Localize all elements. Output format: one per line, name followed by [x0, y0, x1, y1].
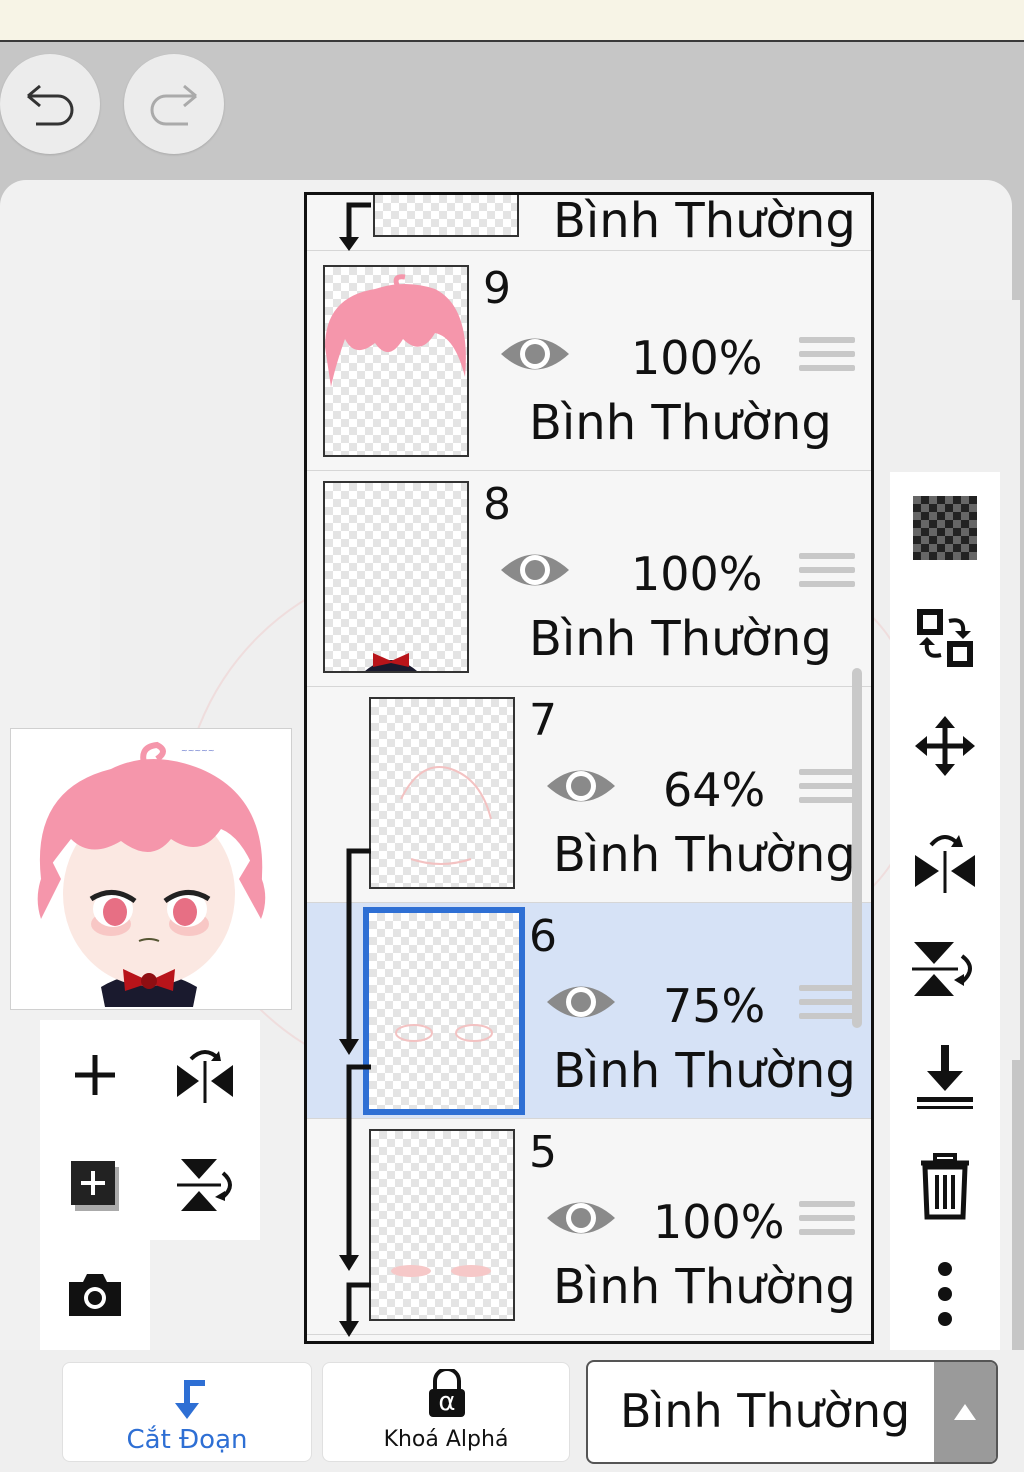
- add-layer-copy-icon: [71, 1161, 119, 1211]
- layer-list-scrollbar[interactable]: [852, 668, 862, 1028]
- flip-horizontal-button[interactable]: [170, 1040, 240, 1110]
- blend-mode-value: Bình Thường: [620, 1384, 911, 1438]
- layer-thumbnail: [369, 1129, 515, 1321]
- flip-vertical-icon: [912, 942, 972, 996]
- visibility-eye-icon[interactable]: [543, 761, 619, 811]
- blush-thumbnail-image: [395, 1024, 493, 1042]
- flip-vertical-icon: [177, 1159, 232, 1211]
- visibility-eye-icon[interactable]: [543, 977, 619, 1027]
- flip-horizontal-icon: [915, 835, 975, 893]
- clip-arrow-icon: [175, 1380, 205, 1419]
- clip-arrow-icon: [339, 848, 371, 1055]
- trash-icon: [921, 1153, 969, 1220]
- layer-blend-mode: Bình Thường: [553, 193, 856, 249]
- drag-handle-icon[interactable]: [799, 985, 855, 1027]
- transparency-fill-button[interactable]: [890, 488, 1000, 568]
- character-preview-image: ~~~~~: [37, 741, 266, 1007]
- drag-handle-icon[interactable]: [799, 1201, 855, 1243]
- visibility-eye-icon[interactable]: [497, 545, 573, 595]
- layer-number: 7: [529, 695, 557, 746]
- swap-layers-icon: [917, 609, 973, 667]
- layer-opacity[interactable]: 64%: [663, 763, 765, 817]
- canvas-preview[interactable]: ~~~~~: [10, 728, 292, 1010]
- clip-arrow-icon: [339, 1282, 371, 1337]
- undo-icon: [27, 84, 74, 126]
- delete-layer-button[interactable]: [890, 1146, 1000, 1226]
- copy-layer-button[interactable]: [60, 1150, 130, 1220]
- layer-opacity[interactable]: 100%: [631, 547, 763, 601]
- layer-row-7[interactable]: 7 64% Bình Thường: [307, 687, 871, 903]
- add-layer-button[interactable]: [60, 1040, 130, 1110]
- layer-thumbnail: [363, 907, 525, 1115]
- blend-mode-arrow-button[interactable]: [934, 1362, 996, 1462]
- move-icon: [915, 716, 975, 776]
- flip-vertical-button[interactable]: [170, 1150, 240, 1220]
- flip-horizontal-icon: [177, 1050, 233, 1103]
- drag-handle-icon[interactable]: [799, 769, 855, 811]
- layer-opacity[interactable]: 100%: [631, 331, 763, 385]
- layer-row-6[interactable]: 6 75% Bình Thường: [307, 903, 871, 1119]
- layer-blend-mode: Bình Thường: [529, 395, 832, 451]
- drag-handle-icon[interactable]: [799, 553, 855, 595]
- merge-down-button[interactable]: [890, 1036, 1000, 1116]
- layer-row-partial[interactable]: Bình Thường: [307, 193, 871, 251]
- layer-number: 9: [483, 263, 511, 314]
- checker-fill-icon: [913, 496, 977, 560]
- layer-opacity[interactable]: 100%: [653, 1195, 785, 1249]
- undo-button[interactable]: [0, 54, 100, 154]
- layer-blend-mode: Bình Thường: [529, 611, 832, 667]
- add-layer-icon: [75, 1055, 115, 1095]
- top-strip: [0, 0, 1024, 42]
- swap-layer-button[interactable]: [890, 598, 1000, 678]
- flip-layer-vertical-button[interactable]: [890, 928, 1000, 1008]
- camera-button[interactable]: [60, 1260, 130, 1330]
- svg-text:~~~~~: ~~~~~: [181, 746, 215, 755]
- bow-thumbnail-image: [365, 653, 417, 671]
- alpha-lock-button[interactable]: α Khoá Alphá: [322, 1362, 570, 1462]
- blend-mode-select[interactable]: Bình Thường: [586, 1360, 998, 1464]
- layer-blend-mode: Bình Thường: [553, 827, 856, 883]
- merge-down-icon: [917, 1045, 973, 1109]
- more-icon: [938, 1262, 952, 1326]
- layer-number: 6: [529, 911, 557, 962]
- more-options-button[interactable]: [890, 1254, 1000, 1334]
- clipping-button[interactable]: Cắt Đoạn: [62, 1362, 312, 1462]
- layer-row-8[interactable]: 8 100% Bình Thường: [307, 471, 871, 687]
- layer-thumbnail: [323, 481, 469, 673]
- chevron-up-icon: [954, 1404, 976, 1420]
- visibility-eye-icon[interactable]: [543, 1193, 619, 1243]
- layer-row-5[interactable]: 5 100% Bình Thường: [307, 1119, 871, 1335]
- clipping-label: Cắt Đoạn: [126, 1425, 248, 1455]
- clip-arrow-icon: [339, 202, 371, 251]
- alpha-lock-label: Khoá Alphá: [383, 1427, 509, 1452]
- flip-layer-horizontal-button[interactable]: [890, 820, 1000, 900]
- redo-button[interactable]: [124, 54, 224, 154]
- layer-number: 8: [483, 479, 511, 530]
- move-button[interactable]: [890, 706, 1000, 786]
- layer-number: 5: [529, 1127, 557, 1178]
- camera-icon: [69, 1274, 121, 1316]
- cheek-thumbnail-image: [391, 1265, 491, 1277]
- redo-icon: [150, 84, 197, 126]
- drag-handle-icon[interactable]: [799, 337, 855, 379]
- clip-arrow-icon: [339, 1064, 371, 1271]
- layer-thumbnail: [369, 697, 515, 889]
- visibility-eye-icon[interactable]: [497, 329, 573, 379]
- layer-blend-mode: Bình Thường: [553, 1259, 856, 1315]
- alpha-glyph: α: [438, 1387, 456, 1417]
- sketch-thumbnail-image: [400, 766, 492, 865]
- layer-opacity[interactable]: 75%: [663, 979, 765, 1033]
- layer-list[interactable]: Bình Thường 9 100% Bình Thường 8 100% Bì…: [304, 192, 874, 1344]
- layer-row-9[interactable]: 9 100% Bình Thường: [307, 255, 871, 471]
- layer-thumbnail: [373, 195, 519, 237]
- layer-thumbnail: [323, 265, 469, 457]
- hair-thumbnail-image: [325, 274, 466, 387]
- layer-blend-mode: Bình Thường: [553, 1043, 856, 1099]
